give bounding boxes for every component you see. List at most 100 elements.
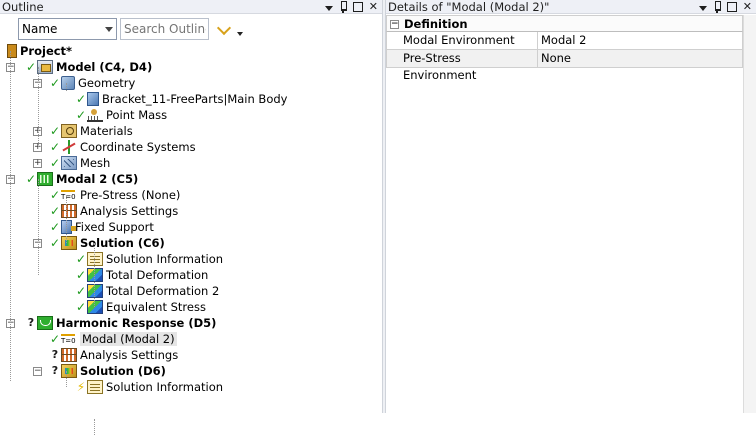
tree-item-modal-modal-2[interactable]: ✓ Modal (Modal 2) [49,331,177,347]
details-scrollbar[interactable] [743,15,756,413]
tree-item-point-mass[interactable]: ✓ Point Mass [75,107,167,123]
status-ok-icon: ✓ [49,156,61,170]
panel-menu-icon[interactable] [698,5,707,11]
mesh-icon [61,156,77,170]
status-ok-icon: ✓ [49,124,61,138]
tree-item-pre-stress[interactable]: ✓ Pre-Stress (None) [49,187,180,203]
analysis-icon [61,204,77,218]
property-value[interactable]: Modal 2 [538,32,742,49]
status-ok-icon: ✓ [25,60,37,74]
status-ok-icon: ✓ [49,236,61,250]
maximize-icon[interactable] [352,2,363,12]
details-titlebar: Details of "Modal (Modal 2)" ✕ [386,0,756,14]
close-icon[interactable]: ✕ [743,1,752,13]
tree-guide-line [66,83,67,91]
tree-item-label: Point Mass [106,108,168,122]
status-lightning-icon: ⚡ [76,380,86,394]
tree-item-label: Total Deformation 2 [106,284,220,298]
property-row-modal-environment[interactable]: Modal Environment Modal 2 [386,32,743,50]
tree-item-modal-2[interactable]: − ✓ Modal 2 (C5) [6,171,139,187]
tree-item-fixed-support[interactable]: ✓ Fixed Support [49,219,154,235]
status-ok-icon: ✓ [49,76,61,90]
tree-item-coordinate-systems[interactable]: + ✓ Coordinate Systems [33,139,196,155]
property-value[interactable]: None [538,50,742,67]
tree-item-harmonic-response[interactable]: −? Harmonic Response (D5) [6,315,217,331]
harm-icon [37,316,53,330]
tree-item-model[interactable]: − ✓ Model (C4, D4) [6,59,152,75]
tree-item-label: Solution (D6) [80,364,166,378]
modal-icon [37,172,53,186]
expand-collapse-icon[interactable] [218,21,232,37]
tree-item-body[interactable]: ✓ Bracket_11-FreeParts|Main Body [75,91,287,107]
name-filter-dropdown[interactable]: Name [18,18,117,40]
tree-guide-line [66,195,67,243]
info-icon [87,252,103,266]
chevron-down-icon [105,27,113,32]
tree-guide-line [38,179,39,275]
details-title: Details of "Modal (Modal 2)" [388,0,550,14]
cube-icon [87,92,99,106]
close-icon[interactable]: ✕ [369,1,378,13]
status-undefined-icon: ? [27,316,35,329]
coord-icon [61,140,77,154]
tree-item-label: Solution Information [106,380,224,394]
model-icon [37,60,53,74]
tree-item-analysis-settings-d5[interactable]: ? Analysis Settings [49,347,178,363]
tree-guide-line [94,243,95,307]
tree-item-geometry[interactable]: − ✓ Geometry [33,75,136,91]
tree-item-project[interactable]: Project* [4,43,72,59]
tree-item-label: Solution (C6) [80,236,165,250]
search-outline-input[interactable] [120,18,209,40]
def-icon [87,284,103,298]
tree-item-label: Total Deformation [106,268,209,282]
analysis-icon [61,348,77,362]
property-name: Modal Environment [399,32,538,49]
tree-item-solution-information[interactable]: ✓ Solution Information [75,251,223,267]
tree-options-dropdown-icon[interactable] [237,32,243,36]
definition-section-header[interactable]: − Definition [386,15,743,32]
tree-item-label: Coordinate Systems [80,140,196,154]
outline-titlebar: Outline ✕ [0,0,382,14]
section-title: Definition [404,17,468,31]
tree-item-total-deformation[interactable]: ✓ Total Deformation [75,267,208,283]
tree-item-total-deformation-2[interactable]: ✓ Total Deformation 2 [75,283,219,299]
def-icon [87,268,103,282]
outline-title: Outline [2,0,44,14]
panel-menu-icon[interactable] [324,5,333,11]
tree-item-label: Geometry [78,76,136,90]
status-ok-icon: ✓ [75,268,87,282]
tree-guide-line [10,51,11,381]
tree-item-solution-information-d6[interactable]: ⚡ Solution Information [75,379,223,395]
outline-toolbar: Name [18,17,243,41]
name-filter-value: Name [22,22,58,36]
tree-item-label: Modal 2 (C5) [56,172,139,186]
tree-item-mesh[interactable]: + ✓ Mesh [33,155,110,171]
tree-item-materials[interactable]: + ✓ Materials [33,123,133,139]
t0-icon [61,188,77,202]
tree-item-analysis-settings[interactable]: ✓ Analysis Settings [49,203,178,219]
pin-icon[interactable] [713,1,721,13]
status-ok-icon: ✓ [49,220,61,234]
project-icon [7,44,17,58]
status-ok-icon: ✓ [25,172,37,186]
status-undefined-icon: ? [51,348,59,361]
property-row-pre-stress-environment[interactable]: Pre-Stress Environment None [386,50,743,82]
pin-icon[interactable] [339,1,347,13]
status-ok-icon: ✓ [75,300,87,314]
expand-icon[interactable]: + [33,159,42,168]
status-ok-icon: ✓ [49,140,61,154]
sol-icon [61,364,77,378]
tree-item-label: Equivalent Stress [106,300,206,314]
tree-item-label: Pre-Stress (None) [80,188,181,202]
status-ok-icon: ✓ [49,188,61,202]
mat-icon [61,124,77,138]
maximize-icon[interactable] [726,2,737,12]
tree-item-label: Harmonic Response (D5) [56,316,217,330]
collapse-icon[interactable]: − [33,367,42,376]
tree-item-label: Bracket_11-FreeParts|Main Body [102,92,288,106]
def-icon [87,300,103,314]
collapse-icon[interactable]: − [390,20,399,29]
tree-item-label: Materials [80,124,133,138]
tree-item-label: Fixed Support [75,220,154,234]
status-undefined-icon: ? [51,364,59,377]
